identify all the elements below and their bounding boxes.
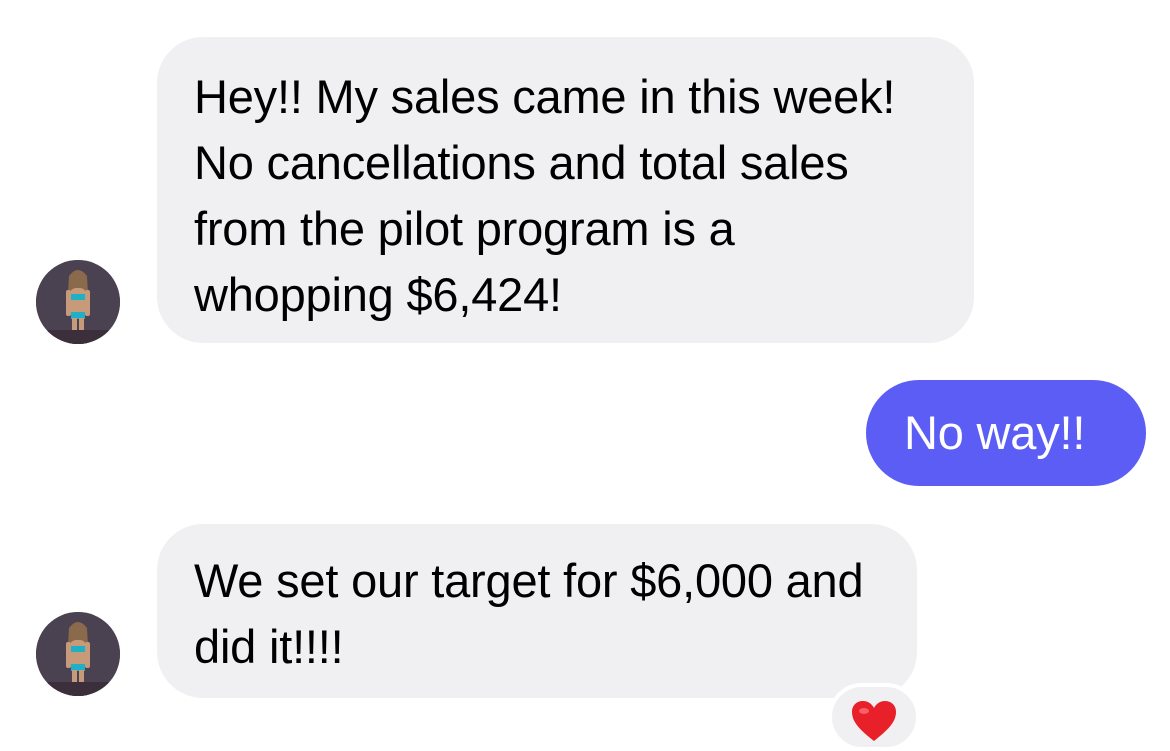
outgoing-message-bubble[interactable]: No way!! — [866, 380, 1146, 486]
avatar-photo-icon — [36, 260, 120, 344]
message-reaction[interactable] — [828, 683, 920, 751]
heart-icon — [852, 701, 896, 741]
sender-avatar[interactable] — [36, 612, 120, 696]
message-text: Hey!! My sales came in this week! No can… — [194, 70, 896, 321]
message-text: No way!! — [904, 406, 1086, 459]
avatar-photo-icon — [36, 612, 120, 696]
sender-avatar[interactable] — [36, 260, 120, 344]
message-text: We set our target for $6,000 and did it!… — [194, 554, 864, 673]
chat-thread: Hey!! My sales came in this week! No can… — [0, 0, 1170, 751]
incoming-message-bubble[interactable]: We set our target for $6,000 and did it!… — [157, 524, 917, 698]
incoming-message-bubble[interactable]: Hey!! My sales came in this week! No can… — [157, 37, 974, 343]
